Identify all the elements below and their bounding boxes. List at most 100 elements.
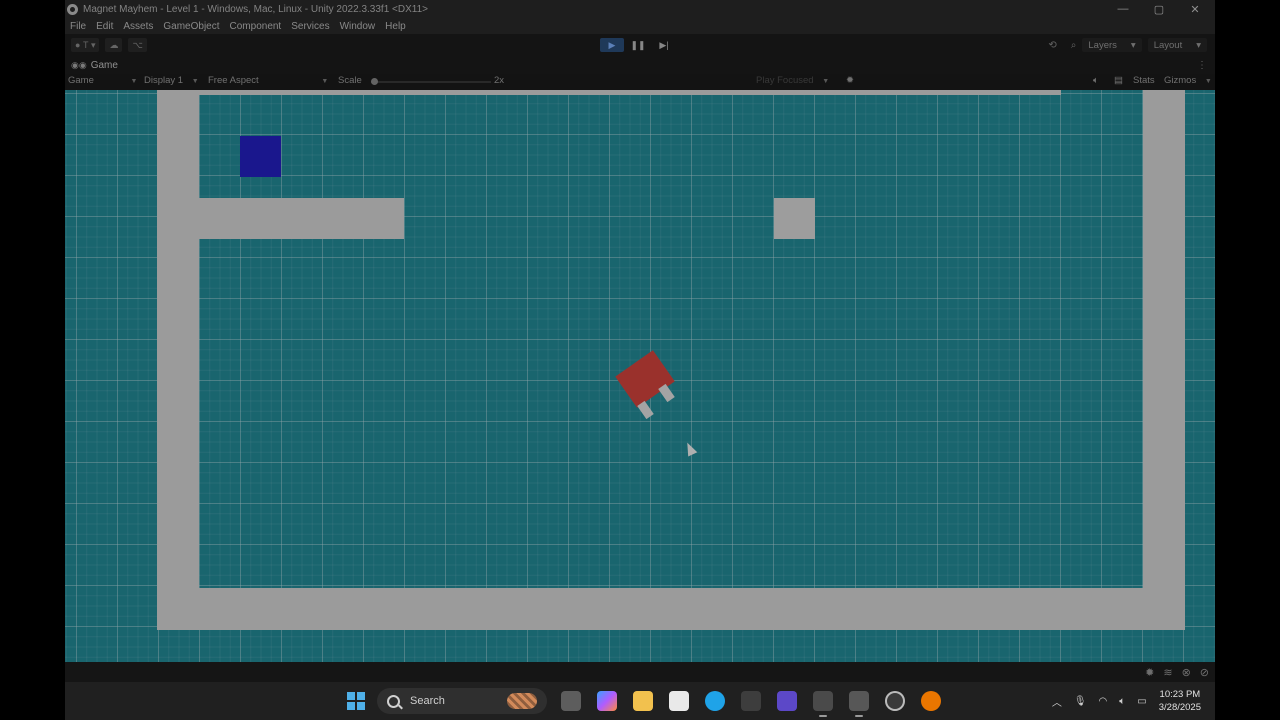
scale-slider-handle[interactable] [371,78,378,85]
collab-button[interactable]: ⌥ [128,38,147,52]
windows-logo-icon [347,692,355,700]
chevron-down-icon: ▼ [130,78,138,85]
grid-icon[interactable]: ▤ [1114,75,1123,86]
layers-dropdown[interactable]: Layers ▾ [1082,38,1142,52]
maximize-button[interactable]: ▢ [1141,0,1177,18]
microphone-icon[interactable]: 🎙︎ [1074,696,1087,707]
search-icon [387,694,400,708]
search-icon[interactable]: ⌕ [1071,40,1077,51]
wall-left [157,90,199,630]
view-mode-dropdown[interactable]: Game ▼ [68,75,137,86]
game-view-bar: Game ▼ Display 1 ▼ Free Aspect ▼ Scale 2… [65,74,1215,90]
play-icon: ▶ [608,39,616,50]
wall-right [1143,90,1185,630]
collab-icon: ⌥ [132,39,143,50]
file-explorer-icon[interactable] [633,691,653,711]
system-tray: ︿ 🎙︎ ◠ 🔈︎ ▭ 10:23 PM 3/28/2025 [1052,688,1201,714]
mouse-cursor [682,440,698,457]
layers-icon[interactable]: ≋ [1163,666,1172,679]
audio-icon[interactable]: 🔈︎ [1093,75,1099,86]
stats-button[interactable]: Stats [1133,75,1155,86]
chevron-up-icon[interactable]: ︿ [1052,694,1062,709]
menu-window[interactable]: Window [340,21,376,32]
network-icon[interactable]: ⊗ [1182,666,1191,679]
game-viewport[interactable] [65,90,1215,662]
clock[interactable]: 10:23 PM 3/28/2025 [1159,688,1201,714]
task-view-icon[interactable] [561,691,581,711]
step-button[interactable]: ▶| [652,38,676,52]
display-dropdown[interactable]: Display 1 ▼ [144,75,199,86]
title-bar: Magnet Mayhem - Level 1 - Windows, Mac, … [65,0,1215,18]
chrome-icon[interactable] [885,691,905,711]
volume-icon[interactable]: 🔈︎ [1119,696,1125,707]
play-focused-label: Play Focused [756,75,814,86]
menu-file[interactable]: File [70,21,86,32]
bug-icon[interactable]: ✹ [846,75,854,86]
check-circle-icon[interactable]: ⊘ [1200,666,1209,679]
cloud-button[interactable]: ☁ [105,38,123,52]
menu-edit[interactable]: Edit [96,21,113,32]
history-icon[interactable]: ⟲ [1048,40,1056,51]
display-label: Display 1 [144,75,184,86]
tab-game-label: Game [90,59,118,71]
chevron-down-icon: ▾ [1130,39,1136,51]
unity-logo-icon [67,3,78,15]
gizmos-label: Gizmos [1164,75,1197,86]
menu-assets[interactable]: Assets [123,21,153,32]
unity-icon[interactable] [813,691,833,717]
start-button[interactable] [347,692,365,710]
clock-time: 10:23 PM [1159,689,1201,700]
account-button[interactable]: ● T ▾ [71,38,100,52]
window-title: Magnet Mayhem - Level 1 - Windows, Mac, … [83,3,428,15]
play-focused-dropdown[interactable]: Play Focused ▼ [756,75,829,86]
wall-top [199,90,1061,95]
menu-component[interactable]: Component [230,21,282,32]
tab-game[interactable]: ◉◉ Game [65,60,118,71]
wifi-icon[interactable]: ◠ [1099,696,1108,707]
magnet-prong [637,400,654,420]
cloud-icon: ☁ [109,39,119,50]
metal-crate [774,198,815,239]
unity-editor-icon[interactable] [849,691,869,717]
chevron-down-icon: ▼ [1204,78,1212,85]
wall-bottom [157,588,1185,630]
menu-bar: File Edit Assets GameObject Component Se… [65,18,1215,34]
scale-value: 2x [494,75,505,86]
blender-icon[interactable] [921,691,941,711]
menu-gameobject[interactable]: GameObject [163,21,219,32]
account-icon: ● [75,40,83,50]
chevron-down-icon: ▾ [1196,39,1201,51]
copilot-icon[interactable] [597,691,617,711]
layout-label: Layout [1153,39,1183,51]
status-bar: ✹ ≋ ⊗ ⊘ [65,662,1215,682]
more-options-icon[interactable]: ⋮ [1197,60,1215,71]
windows-taskbar: Search ︿ 🎙︎ ◠ 🔈︎ ▭ 10:23 PM 3/28/2025 [65,682,1215,720]
minimize-button[interactable]: — [1105,0,1141,18]
visual-studio-icon[interactable] [777,691,797,711]
scale-slider[interactable] [371,78,491,85]
bug-icon[interactable]: ✹ [1145,666,1154,679]
taskbar-search[interactable]: Search [377,688,547,714]
aspect-dropdown[interactable]: Free Aspect ▼ [208,75,328,86]
menu-services[interactable]: Services [291,21,329,32]
store-icon[interactable] [669,691,689,711]
close-button[interactable]: ✕ [1177,0,1213,18]
pause-icon: ❚❚ [630,39,646,50]
gizmos-dropdown[interactable]: Gizmos ▼ [1164,75,1212,86]
search-highlight-icon [507,693,537,709]
unity-hub-icon[interactable] [741,691,761,711]
chevron-down-icon: ▼ [321,78,329,85]
wall-ledge [199,198,404,239]
chevron-down-icon: ▾ [88,39,96,50]
step-icon: ▶| [659,39,669,50]
play-button[interactable]: ▶ [600,38,624,52]
menu-help[interactable]: Help [385,21,406,32]
browser-icon[interactable] [705,691,725,711]
gamepad-icon: ◉◉ [71,59,87,70]
battery-icon[interactable]: ▭ [1137,696,1146,707]
pause-button[interactable]: ❚❚ [626,38,650,52]
unity-editor-window: Magnet Mayhem - Level 1 - Windows, Mac, … [65,0,1215,720]
layout-dropdown[interactable]: Layout ▾ [1147,38,1207,52]
layers-label: Layers [1088,39,1117,51]
search-placeholder: Search [410,695,445,707]
